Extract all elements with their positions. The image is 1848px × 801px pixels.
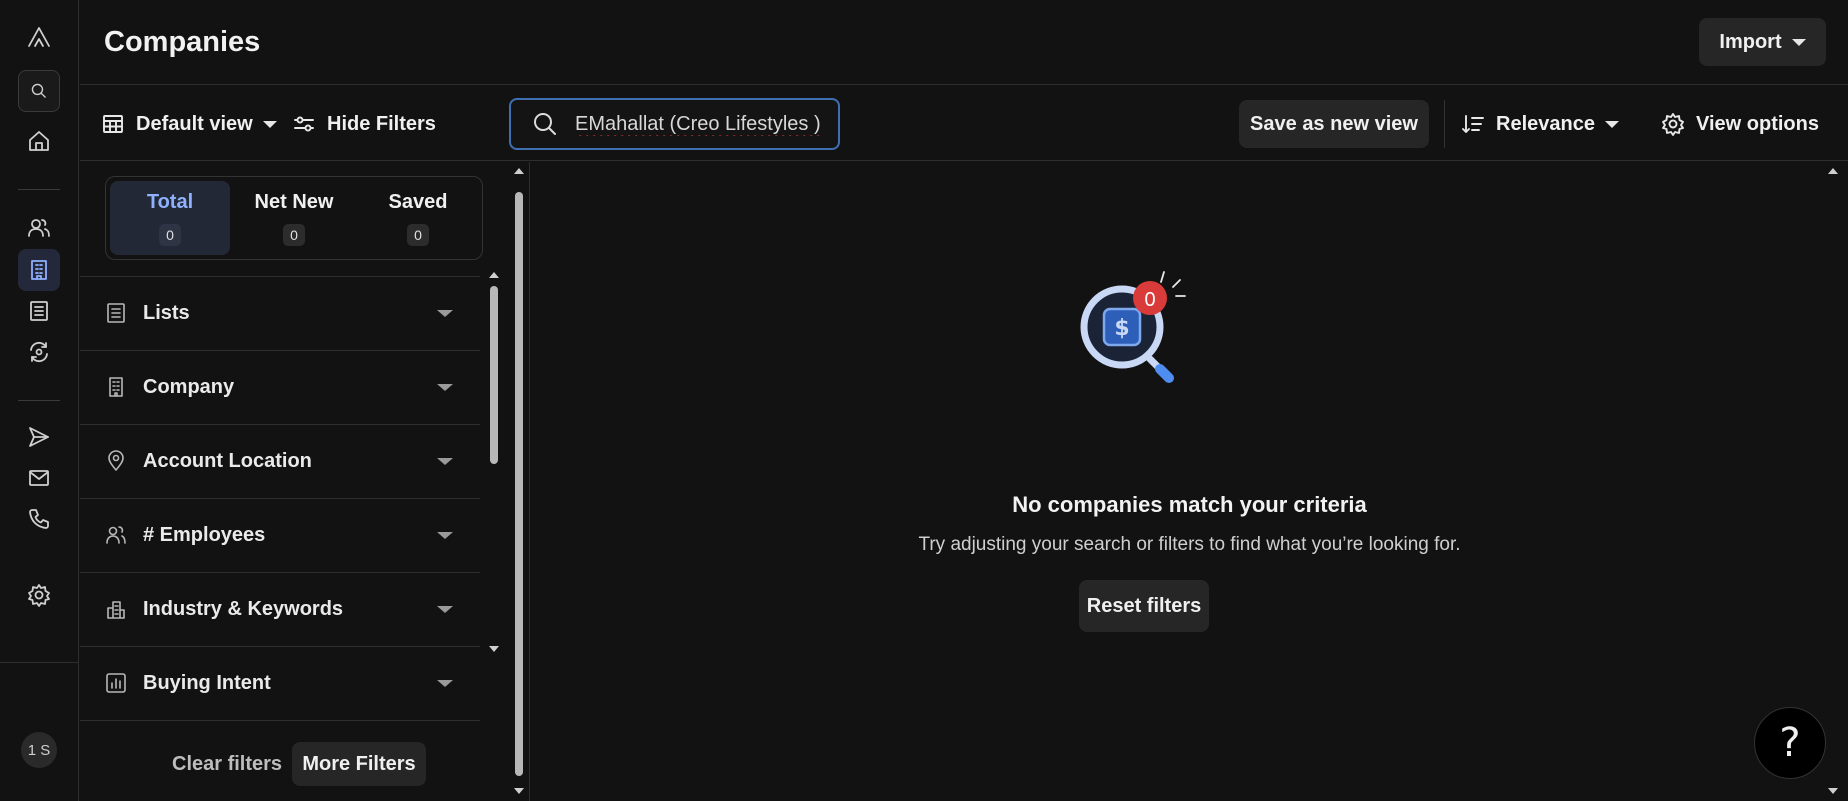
company-search-input[interactable] — [575, 112, 825, 136]
hide-filters-label: Hide Filters — [327, 112, 436, 135]
toolbar-divider — [1444, 100, 1445, 148]
scroll-thumb[interactable] — [515, 192, 523, 776]
help-button[interactable]: ? — [1754, 707, 1826, 779]
avatar[interactable]: 1 S — [21, 732, 57, 768]
filter-label: Company — [143, 375, 235, 398]
filter-buying-intent[interactable]: Buying Intent — [80, 647, 480, 719]
chevron-down-icon — [1791, 38, 1806, 46]
tab-label: Total — [146, 190, 194, 213]
sort-selector[interactable]: Relevance — [1460, 106, 1619, 142]
more-filters-button[interactable]: More Filters — [292, 742, 426, 786]
table-icon — [103, 115, 123, 133]
toolbar: Default view Hide Filters Save as new vi… — [80, 86, 1848, 161]
results-area: $ 0 No companies match your criteria Try… — [531, 162, 1848, 801]
filter-footer: Clear filters More Filters — [80, 722, 510, 801]
filter-label: Lists — [143, 301, 190, 324]
logo-icon[interactable] — [18, 16, 60, 58]
gear-icon — [1662, 113, 1684, 136]
left-rail: 1 S — [0, 0, 79, 801]
filter-list-scrollbar[interactable] — [487, 272, 501, 652]
page-header: Companies Import — [80, 0, 1848, 85]
filter-label: Industry & Keywords — [143, 597, 344, 620]
rail-divider — [18, 189, 60, 190]
tab-label: Saved — [388, 190, 448, 213]
result-tabs: Total 0 Net New 0 Saved 0 — [105, 176, 483, 260]
chevron-down-icon — [437, 679, 453, 687]
scroll-thumb[interactable] — [490, 286, 498, 464]
import-button[interactable]: Import — [1699, 18, 1826, 66]
sort-icon — [1462, 115, 1484, 133]
rail-bottom-divider — [0, 662, 79, 663]
hide-filters-button[interactable]: Hide Filters — [291, 106, 436, 142]
filter-divider — [80, 720, 480, 721]
chevron-down-icon — [437, 383, 453, 391]
lists-icon[interactable] — [18, 290, 60, 332]
bar-chart-icon — [106, 673, 126, 693]
sliders-icon — [294, 116, 314, 132]
rail-divider — [18, 400, 60, 401]
search-icon — [534, 113, 556, 135]
settings-icon[interactable] — [18, 574, 60, 616]
tab-count: 0 — [407, 223, 429, 246]
filter-label: Account Location — [143, 449, 312, 472]
filter-industry-keywords[interactable]: Industry & Keywords — [80, 573, 480, 645]
empty-state-title: No companies match your criteria — [1012, 492, 1367, 517]
chevron-down-icon — [437, 457, 453, 465]
import-label: Import — [1719, 30, 1782, 53]
people-icon — [106, 526, 126, 544]
empty-state-subtitle: Try adjusting your search or filters to … — [918, 534, 1461, 555]
view-selector[interactable]: Default view — [100, 106, 277, 142]
location-pin-icon — [108, 450, 124, 471]
chevron-down-icon — [262, 120, 277, 128]
chevron-down-icon — [1604, 120, 1619, 128]
phone-icon[interactable] — [18, 498, 60, 540]
search-icon[interactable] — [18, 70, 60, 112]
company-search-field[interactable] — [509, 98, 840, 150]
tab-net-new[interactable]: Net New 0 — [234, 181, 354, 255]
tab-saved[interactable]: Saved 0 — [358, 181, 478, 255]
filter-company[interactable]: Company — [80, 351, 480, 423]
mail-icon[interactable] — [18, 457, 60, 499]
view-options-label: View options — [1696, 112, 1819, 135]
send-icon[interactable] — [18, 416, 60, 458]
chevron-down-icon — [437, 531, 453, 539]
empty-badge-count: 0 — [1144, 289, 1155, 311]
save-as-new-view-button[interactable]: Save as new view — [1239, 100, 1429, 148]
view-label: Default view — [136, 112, 253, 135]
chevron-down-icon — [437, 309, 453, 317]
home-icon[interactable] — [18, 120, 60, 162]
reset-filters-button[interactable]: Reset filters — [1079, 580, 1209, 632]
tab-count: 0 — [159, 223, 181, 246]
empty-search-illustration: $ 0 — [1080, 271, 1186, 383]
filter-account-location[interactable]: Account Location — [80, 425, 480, 497]
refresh-icon[interactable] — [18, 331, 60, 373]
industry-icon — [107, 601, 125, 619]
filter-lists[interactable]: Lists — [80, 277, 480, 349]
filter-panel-scrollbar[interactable] — [512, 168, 526, 794]
sort-label: Relevance — [1496, 112, 1595, 135]
tab-total[interactable]: Total 0 — [110, 181, 230, 255]
svg-text:$: $ — [1114, 316, 1129, 341]
companies-icon[interactable] — [18, 249, 60, 291]
building-icon — [109, 377, 123, 397]
tab-label: Net New — [254, 190, 334, 213]
filter-panel: Total 0 Net New 0 Saved 0 Lists Company … — [80, 162, 530, 801]
list-icon — [107, 303, 125, 323]
clear-filters-button[interactable]: Clear filters — [158, 742, 296, 786]
filter-label: # Employees — [143, 523, 266, 546]
tab-count: 0 — [283, 223, 305, 246]
view-options-button[interactable]: View options — [1660, 106, 1819, 142]
page-title: Companies — [104, 26, 261, 58]
results-scrollbar[interactable] — [1826, 168, 1840, 794]
filter-employees[interactable]: # Employees — [80, 499, 480, 571]
filter-label: Buying Intent — [143, 671, 271, 694]
chevron-down-icon — [437, 605, 453, 613]
people-icon[interactable] — [18, 207, 60, 249]
